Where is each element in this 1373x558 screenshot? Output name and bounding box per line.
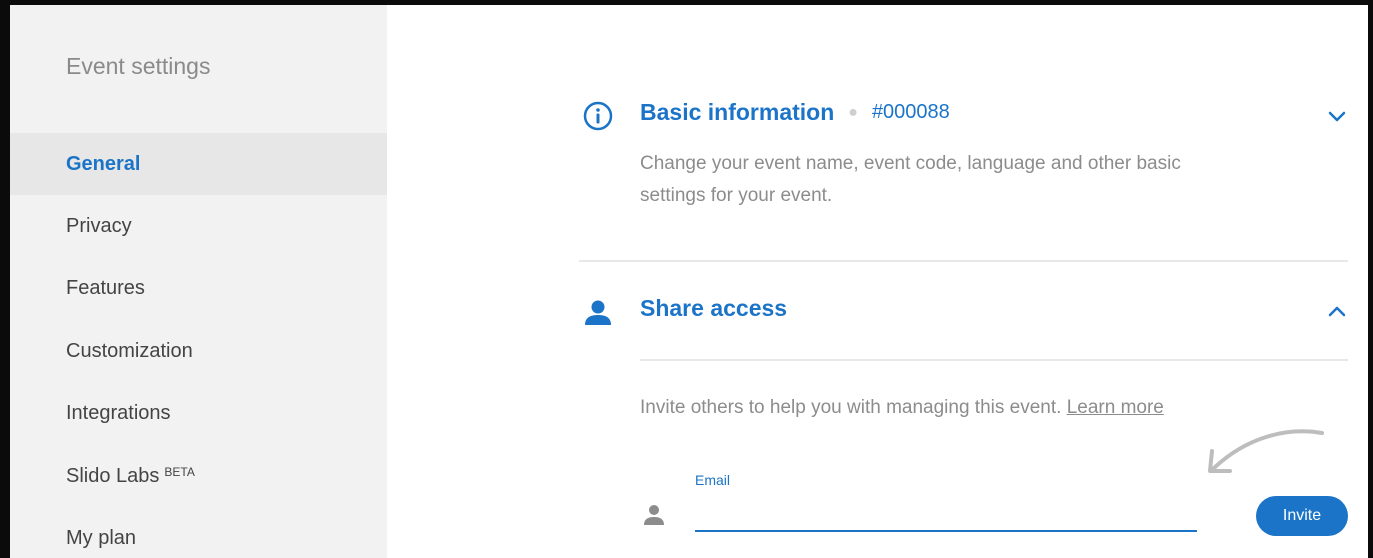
basic-info-description-line: settings for your event. [640, 185, 833, 206]
sidebar: Event settings General Privacy Features … [10, 5, 387, 558]
sidebar-item-label: Integrations [66, 401, 171, 424]
section-divider [579, 260, 1348, 262]
info-icon [582, 100, 614, 137]
sidebar-item-features[interactable]: Features [10, 257, 387, 319]
email-label: Email [695, 472, 731, 488]
sidebar-item-slido-labs[interactable]: Slido Labs BETA [10, 445, 387, 507]
basic-info-title: Basic information [640, 99, 835, 125]
sidebar-item-label: General [66, 152, 141, 175]
sidebar-item-label: My plan [66, 526, 137, 549]
sidebar-item-customization[interactable]: Customization [10, 320, 387, 382]
chevron-up-icon[interactable] [1326, 301, 1348, 328]
sidebar-item-integrations[interactable]: Integrations [10, 382, 387, 444]
sidebar-item-label: Slido Labs [66, 464, 160, 487]
sidebar-item-label: Features [66, 276, 145, 299]
basic-info-header[interactable]: Basic information ● #000088 [640, 99, 950, 126]
sidebar-item-general[interactable]: General [10, 133, 387, 195]
sidebar-item-label: Privacy [66, 214, 132, 237]
share-access-header[interactable]: Share access [640, 295, 787, 322]
hint-arrow-icon [1192, 423, 1327, 488]
separator-dot: ● [848, 103, 858, 121]
sidebar-item-label: Customization [66, 339, 193, 362]
user-field-icon [643, 503, 665, 532]
chevron-down-icon[interactable] [1326, 105, 1348, 132]
learn-more-link[interactable]: Learn more [1067, 397, 1164, 418]
sidebar-item-privacy[interactable]: Privacy [10, 195, 387, 257]
share-access-title: Share access [640, 295, 788, 321]
share-description-text: Invite others to help you with managing … [640, 397, 1062, 418]
beta-badge: BETA [164, 465, 195, 479]
event-code: #000088 [871, 101, 950, 123]
share-description: Invite others to help you with managing … [640, 392, 1164, 424]
invite-button[interactable]: Invite [1256, 496, 1348, 536]
basic-info-description-line: Change your event name, event code, lang… [640, 153, 1181, 174]
sidebar-title: Event settings [66, 53, 211, 79]
basic-info-description: Change your event name, event code, lang… [640, 148, 1181, 212]
email-input[interactable] [695, 500, 1197, 532]
share-divider [640, 359, 1348, 361]
app-frame: Event settings General Privacy Features … [10, 5, 1368, 558]
person-icon [582, 297, 614, 334]
main-content: Basic information ● #000088 Change your … [387, 5, 1368, 558]
sidebar-item-my-plan[interactable]: My plan [10, 507, 387, 558]
